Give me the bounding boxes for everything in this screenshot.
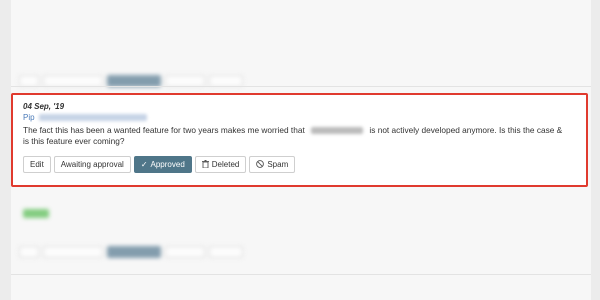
highlighted-comment: 04 Sep, '19 Pip The fact this has been a…: [11, 93, 588, 187]
blurred-email: ​: [19, 209, 579, 220]
deleted-button[interactable]: Deleted: [194, 156, 247, 173]
blurred-comment-above: ​ ​ ​ ​ ​: [19, 6, 579, 87]
blurred-text: ​: [19, 40, 579, 49]
spam-button[interactable]: Spam: [249, 156, 296, 173]
blurred-actions: [19, 246, 579, 258]
blurred-comment-below: ​ ​ ​: [19, 197, 579, 258]
comment-author: Pip: [23, 113, 576, 122]
awaiting-approval-label: Awaiting approval: [60, 160, 124, 169]
check-icon: ✓: [140, 159, 148, 169]
comment-date: 04 Sep, '19: [23, 102, 65, 111]
blurred-email: ​: [19, 18, 579, 25]
blurred-date: ​: [19, 6, 579, 15]
deleted-label: Deleted: [211, 160, 240, 169]
blurred-text: ​: [19, 223, 579, 232]
spam-label: Spam: [267, 160, 289, 169]
awaiting-approval-button[interactable]: Awaiting approval: [53, 156, 131, 173]
blurred-text: ​: [19, 52, 579, 61]
approved-label: Approved: [150, 160, 185, 169]
divider: [11, 86, 591, 87]
author-name-link[interactable]: Pip: [23, 113, 35, 122]
comment-text: The fact this has been a wanted feature …: [23, 125, 568, 147]
trash-icon: [201, 159, 209, 170]
redacted-product-name: [311, 127, 364, 135]
divider: [11, 274, 591, 275]
edit-label: Edit: [30, 160, 44, 169]
author-email-redacted: [38, 114, 147, 121]
comment-text-part: The fact this has been a wanted feature …: [23, 125, 305, 135]
blurred-date: ​: [19, 282, 579, 291]
blurred-text: ​: [19, 28, 579, 37]
ban-icon: [256, 159, 265, 170]
approved-button[interactable]: ✓ Approved: [133, 156, 192, 173]
blurred-date: ​: [19, 197, 579, 206]
blurred-comment-next: ​: [19, 282, 579, 291]
comment-actions: Edit Awaiting approval ✓ Approved Delete…: [23, 156, 576, 173]
edit-button[interactable]: Edit: [23, 156, 51, 173]
